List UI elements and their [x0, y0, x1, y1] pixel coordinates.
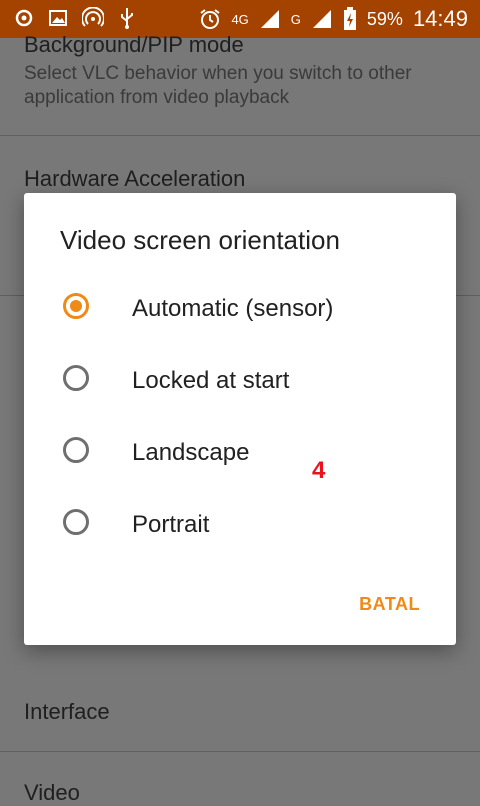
- option-locked-at-start[interactable]: Locked at start: [60, 351, 440, 411]
- media-icon: [14, 8, 34, 28]
- signal-icon: [311, 8, 333, 30]
- network-type-label: G: [290, 11, 301, 27]
- option-landscape[interactable]: Landscape: [60, 423, 440, 483]
- network-type-label: 4G: [231, 11, 249, 27]
- clock: 14:49: [412, 6, 468, 31]
- radio-button[interactable]: [63, 437, 89, 463]
- signal-icon: [259, 8, 281, 30]
- option-label: Portrait: [132, 511, 210, 538]
- overlay-number-label: 4: [312, 457, 326, 484]
- image-icon: [48, 8, 68, 28]
- radio-button[interactable]: [63, 365, 89, 391]
- pref-title: Video: [24, 780, 80, 805]
- pref-title: Hardware Acceleration: [24, 166, 246, 191]
- dialog-title: Video screen orientation: [60, 225, 340, 255]
- pref-title: Interface: [24, 699, 110, 724]
- alarm-icon: [199, 8, 221, 30]
- option-label: Automatic (sensor): [132, 295, 334, 322]
- usb-icon: [118, 7, 136, 29]
- divider: [0, 751, 480, 752]
- pref-title: Background/PIP mode: [24, 32, 244, 57]
- cancel-button[interactable]: BATAL: [359, 594, 420, 615]
- option-portrait[interactable]: Portrait: [60, 495, 440, 555]
- pref-summary: Select VLC behavior when you switch to o…: [24, 63, 412, 108]
- battery-percent: 59%: [366, 8, 403, 29]
- radio-button[interactable]: [63, 509, 89, 535]
- option-automatic-sensor[interactable]: Automatic (sensor): [60, 279, 440, 339]
- divider: [0, 135, 480, 136]
- option-label: Landscape: [132, 439, 250, 466]
- orientation-dialog: Video screen orientation Automatic (sens…: [24, 193, 456, 645]
- option-label: Locked at start: [132, 367, 290, 394]
- battery-charging-icon: [343, 7, 357, 31]
- radio-button-checked[interactable]: [63, 293, 89, 319]
- hotspot-icon: [82, 7, 104, 29]
